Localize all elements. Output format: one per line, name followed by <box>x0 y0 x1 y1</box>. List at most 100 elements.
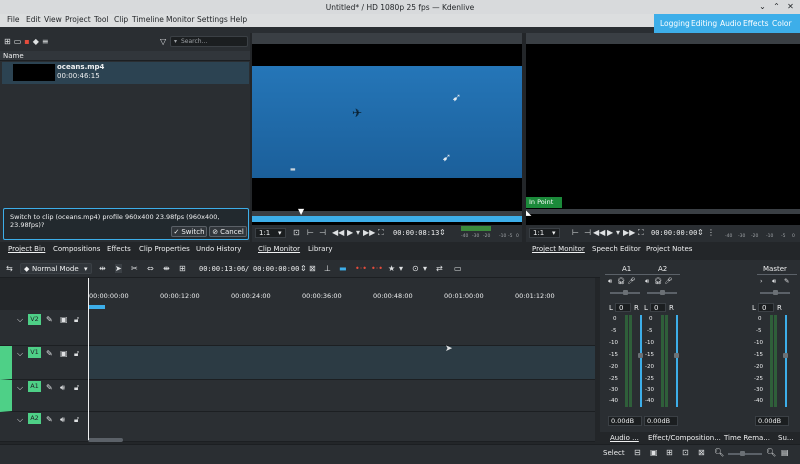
tab-speech-editor[interactable]: Speech Editor <box>592 245 641 253</box>
chevron-right-icon[interactable]: › <box>760 277 763 285</box>
slip-tool-icon[interactable]: ⇔ <box>147 264 154 273</box>
notification-icon[interactable]: ▤ <box>781 448 789 457</box>
layout-color[interactable]: Color <box>772 19 792 28</box>
snap-icon[interactable]: ⊡ <box>682 448 689 457</box>
tab-time-remap[interactable]: Time Rema... <box>724 434 770 442</box>
rewind-icon[interactable]: ◀◀ <box>593 228 605 237</box>
show-markers-icon[interactable]: ⊞ <box>666 448 673 457</box>
lock-icon[interactable]: 🔓︎ <box>74 315 79 325</box>
tab-clip-monitor[interactable]: Clip Monitor <box>258 245 300 253</box>
timeline-ruler[interactable]: 00:00:00:00 00:00:12:00 00:00:24:00 00:0… <box>0 278 600 310</box>
hide-track-icon[interactable]: ▣ <box>60 349 68 358</box>
clip-timecode[interactable]: 00:00:08:13 <box>393 229 439 237</box>
search-input[interactable]: ▾ Search... <box>170 36 248 47</box>
tab-audio-mixer[interactable]: Audio ... <box>610 434 639 442</box>
tab-effects[interactable]: Effects <box>107 245 131 253</box>
track-tag[interactable]: A2 <box>28 413 41 424</box>
volume-db-field[interactable]: 0.00dB <box>608 416 642 426</box>
track-header-v2[interactable]: ⌵ V2 ✎ ▣ 🔓︎ <box>0 310 88 346</box>
switch-button[interactable]: ✓ Switch <box>171 226 207 237</box>
tab-subtitles[interactable]: Su... <box>778 434 794 442</box>
zoom-out-icon[interactable]: 🔍︎ <box>714 448 724 457</box>
menu-timeline[interactable]: Timeline <box>132 15 164 24</box>
effect-icon[interactable]: ✎ <box>46 415 53 424</box>
tab-compositions[interactable]: Compositions <box>53 245 100 253</box>
zoom-slider[interactable] <box>728 451 762 456</box>
extract-icon[interactable]: •·• <box>371 264 383 273</box>
menu-view[interactable]: View <box>44 15 62 24</box>
layout-audio[interactable]: Audio <box>720 19 741 28</box>
record-icon[interactable]: 🎤︎ <box>664 277 672 285</box>
chevron-down-icon[interactable]: ▾ <box>399 264 403 273</box>
chevron-down-icon[interactable]: ▾ <box>423 264 427 273</box>
solo-icon[interactable]: 🎧︎ <box>617 277 625 285</box>
layout-logging[interactable]: Logging <box>660 19 690 28</box>
play-icon[interactable]: ▶ <box>607 228 613 237</box>
menu-icon[interactable]: ≡ <box>42 37 49 47</box>
volume-fader[interactable] <box>674 315 679 407</box>
close-icon[interactable]: ✕ <box>786 2 795 11</box>
subtitle-icon[interactable]: ▭ <box>454 264 462 273</box>
audio-split-icon[interactable]: ▬ <box>339 264 347 273</box>
layout-effects[interactable]: Effects <box>743 19 769 28</box>
track-header-a2[interactable]: ⌵ A2 ✎ 🔊︎ 🔓︎ <box>0 412 88 442</box>
bin-clip-row[interactable]: oceans.mp4 00:00:46:15 <box>2 62 249 84</box>
set-out-icon[interactable]: ⊣ <box>584 228 591 237</box>
fit-zoom-icon[interactable]: ⊠ <box>309 264 316 273</box>
show-video-thumbs-icon[interactable]: ⊟ <box>634 448 641 457</box>
menu-help[interactable]: Help <box>230 15 247 24</box>
project-ruler[interactable] <box>526 209 800 214</box>
playhead-icon[interactable]: ▼ <box>298 207 304 216</box>
spinner-icon[interactable]: ⇕ <box>697 228 704 237</box>
play-icon[interactable]: ▶ <box>347 228 353 237</box>
maximize-icon[interactable]: ⌃ <box>772 2 781 11</box>
select-tool-icon[interactable]: ➤ <box>115 264 122 273</box>
spinner-icon[interactable]: ⇕ <box>439 228 446 237</box>
clip-zone-bar[interactable] <box>252 216 522 222</box>
effect-icon[interactable]: ✎ <box>46 349 53 358</box>
delete-icon[interactable]: ▪ <box>24 37 29 47</box>
hide-track-icon[interactable]: ▣ <box>60 315 68 324</box>
favorite-icon[interactable]: ★ <box>388 264 395 273</box>
razor-tool-icon[interactable]: ✂ <box>131 264 138 273</box>
zoom-in-icon[interactable]: 🔍︎ <box>766 448 776 457</box>
lock-icon[interactable]: 🔓︎ <box>74 383 79 393</box>
clip-zoom-select[interactable]: 1:1 ▾ <box>255 228 286 238</box>
mute-icon[interactable]: 🔊︎ <box>645 277 649 286</box>
menu-project[interactable]: Project <box>65 15 91 24</box>
rewind-icon[interactable]: ◀◀ <box>332 228 344 237</box>
timeline-playhead[interactable] <box>88 278 89 440</box>
mute-icon[interactable]: 🔊︎ <box>60 383 65 393</box>
track-header-a1[interactable]: ⌵ A1 ✎ 🔊︎ 🔓︎ <box>0 380 88 412</box>
balance-slider[interactable] <box>610 290 640 295</box>
effect-icon[interactable]: ✎ <box>784 277 789 285</box>
set-out-icon[interactable]: ⊣ <box>319 228 326 237</box>
preview-icon[interactable]: ⊠ <box>698 448 705 457</box>
mixer-toggle-icon[interactable]: ⇄ <box>436 264 443 273</box>
playhead-icon[interactable]: ◣ <box>526 209 531 217</box>
edit-mode-select[interactable]: ◆ Normal Mode ▾ <box>20 263 92 274</box>
fullscreen-icon[interactable]: ⛶ <box>638 228 644 238</box>
multicam-icon[interactable]: ⊞ <box>179 264 186 273</box>
track-header-v1[interactable]: ⌵ V1 ✎ ▣ 🔓︎ <box>0 346 88 380</box>
collapse-icon[interactable]: ⌵ <box>17 415 23 425</box>
collapse-icon[interactable]: ⌵ <box>17 315 23 325</box>
track-tag[interactable]: A1 <box>28 381 41 392</box>
overlay-icon[interactable]: ⊡ <box>293 228 300 237</box>
effect-icon[interactable]: ✎ <box>46 383 53 392</box>
forward-icon[interactable]: ▶▶ <box>623 228 635 237</box>
bin-column-header[interactable]: Name <box>0 51 250 61</box>
chevron-down-icon[interactable]: ▾ <box>616 228 620 237</box>
fullscreen-icon[interactable]: ⛶ <box>378 228 384 238</box>
menu-file[interactable]: File <box>7 15 20 24</box>
effect-icon[interactable]: ✎ <box>46 315 53 324</box>
menu-tool[interactable]: Tool <box>94 15 109 24</box>
tab-project-notes[interactable]: Project Notes <box>646 245 692 253</box>
tab-library[interactable]: Library <box>308 245 332 253</box>
tab-undo-history[interactable]: Undo History <box>196 245 241 253</box>
record-icon[interactable]: 🎤︎ <box>627 277 635 285</box>
menu-edit[interactable]: Edit <box>26 15 41 24</box>
lift-icon[interactable]: •·• <box>355 264 367 273</box>
menu-settings[interactable]: Settings <box>197 15 228 24</box>
set-in-icon[interactable]: ⊢ <box>572 228 579 237</box>
